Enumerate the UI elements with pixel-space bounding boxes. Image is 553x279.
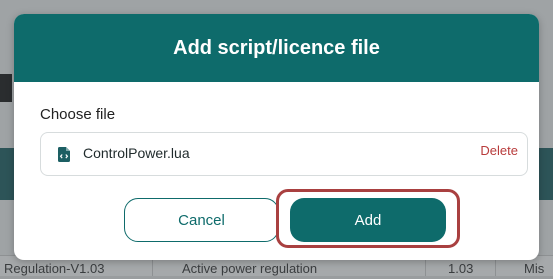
add-script-dialog: Add script/licence file Choose file Cont…	[14, 14, 539, 260]
selected-file-item: ControlPower.lua Delete	[40, 132, 528, 176]
dialog-title: Add script/licence file	[173, 36, 380, 59]
delete-file-link[interactable]: Delete	[480, 143, 518, 158]
dialog-header: Add script/licence file	[14, 14, 539, 82]
file-name: ControlPower.lua	[83, 145, 190, 161]
table-cell-name: Regulation-V1.03	[4, 261, 105, 276]
table-cell-version: 1.03	[448, 261, 474, 276]
file-code-icon	[58, 147, 70, 162]
table-cell-description: Active power regulation	[182, 261, 318, 276]
table-cell-status: Mis	[524, 261, 545, 276]
column-divider	[425, 258, 426, 276]
column-divider	[495, 258, 496, 276]
column-divider	[152, 258, 153, 276]
background-sidebar-fragment	[0, 74, 12, 102]
add-button[interactable]: Add	[290, 198, 446, 242]
choose-file-label: Choose file	[40, 106, 116, 123]
cancel-button[interactable]: Cancel	[124, 198, 279, 242]
